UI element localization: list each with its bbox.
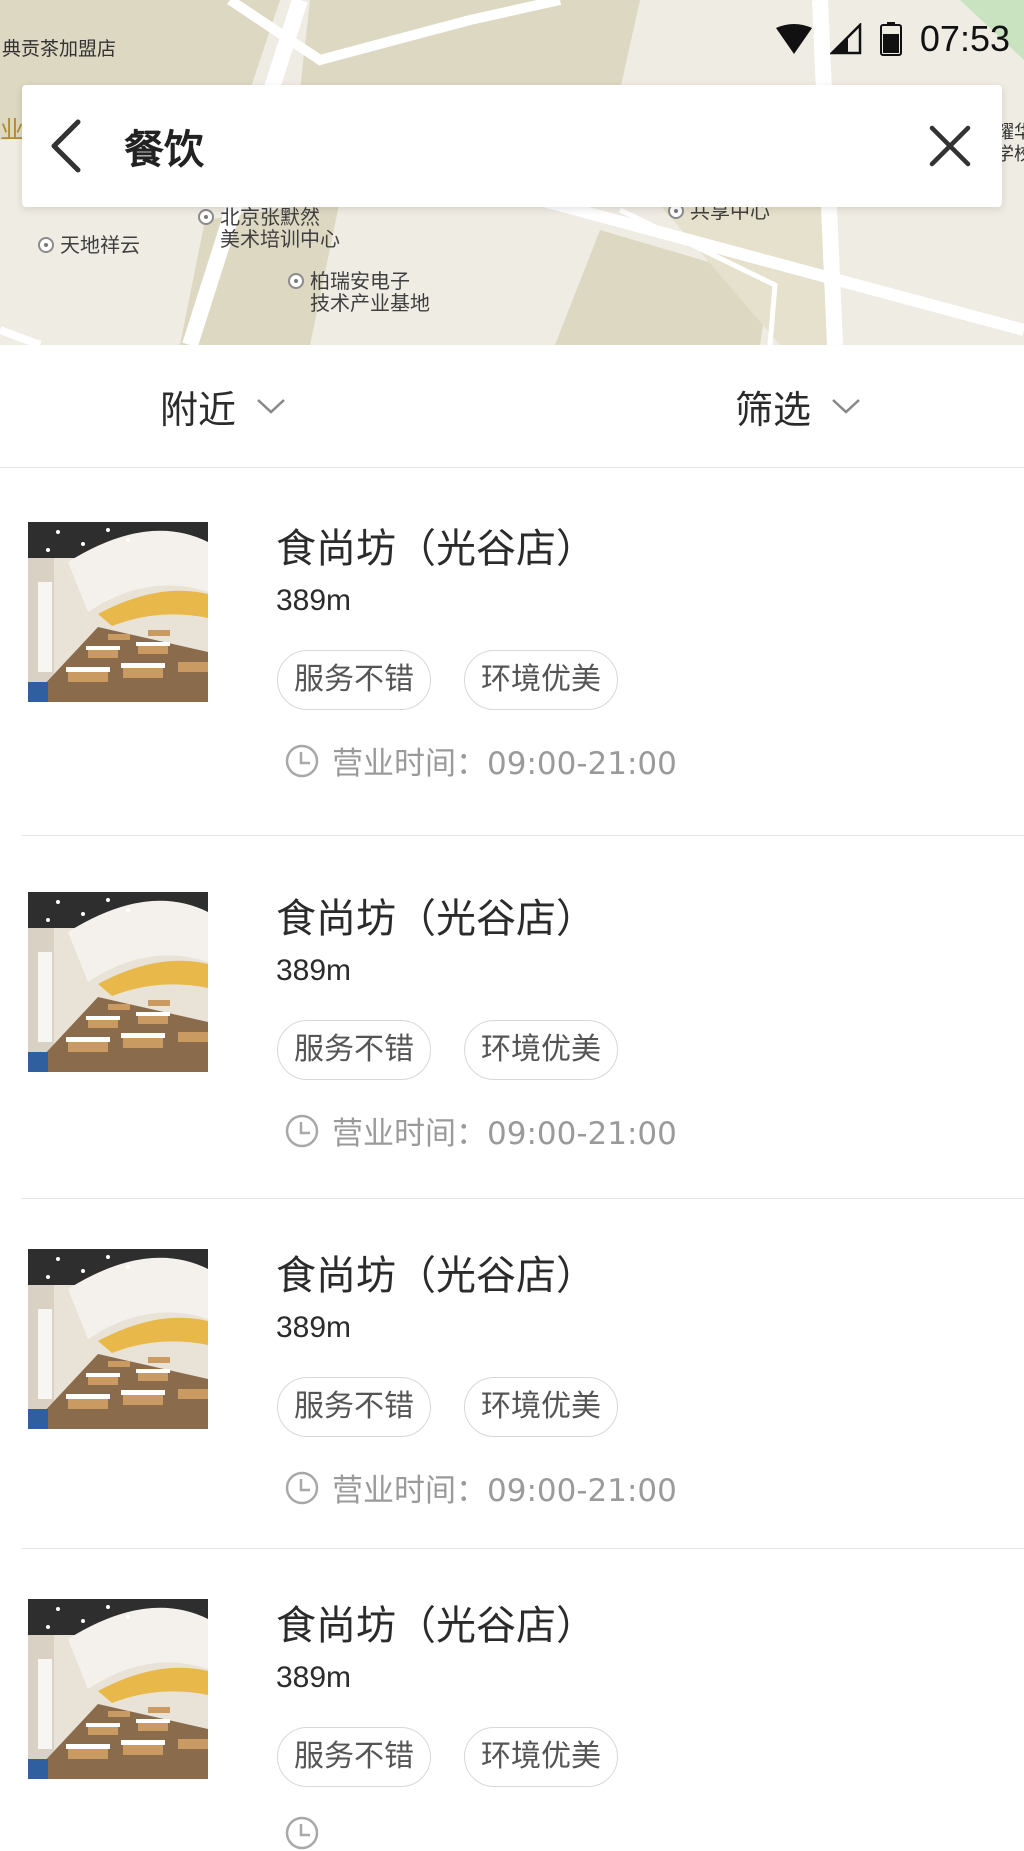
nearby-filter-label: 附近 bbox=[160, 387, 237, 432]
tag-chip: 服务不错 bbox=[277, 1377, 431, 1437]
map-poi[interactable]: 天地祥云 bbox=[38, 234, 140, 256]
restaurant-distance: 389m bbox=[276, 954, 352, 987]
business-hours bbox=[284, 1815, 332, 1851]
filter-label: 筛选 bbox=[735, 387, 812, 432]
tag-chip: 服务不错 bbox=[277, 1020, 431, 1080]
chevron-down-icon bbox=[832, 399, 860, 414]
nearby-filter-dropdown[interactable]: 附近 bbox=[160, 345, 286, 467]
business-hours: 营业时间：09:00-21:00 bbox=[284, 738, 677, 783]
chevron-down-icon bbox=[257, 399, 285, 414]
restaurant-distance: 389m bbox=[276, 1661, 352, 1694]
tag-chip: 环境优美 bbox=[464, 1020, 618, 1080]
back-button[interactable] bbox=[48, 116, 116, 176]
search-bar[interactable]: 餐饮 bbox=[22, 85, 1002, 207]
list-item[interactable]: 食尚坊（光谷店） 389m 服务不错 环境优美 营业时间：09:00-21:00 bbox=[0, 836, 1024, 1199]
poi-marker-icon bbox=[198, 209, 214, 225]
list-item[interactable]: 食尚坊（光谷店） 389m 服务不错 环境优美 营业时间：09:00-21:00 bbox=[0, 1199, 1024, 1549]
business-hours-text: 营业时间：09:00-21:00 bbox=[332, 1473, 677, 1509]
wifi-icon bbox=[775, 24, 812, 54]
restaurant-photo bbox=[28, 1599, 208, 1779]
restaurant-photo bbox=[28, 522, 208, 702]
clock-icon bbox=[284, 1470, 320, 1506]
close-icon bbox=[929, 125, 971, 167]
chevron-left-icon bbox=[51, 119, 81, 173]
poi-label: 天地祥云 bbox=[60, 233, 140, 257]
tag-chip: 服务不错 bbox=[277, 1727, 431, 1787]
poi-marker-icon bbox=[288, 273, 304, 289]
restaurant-distance: 389m bbox=[276, 584, 352, 617]
map-poi[interactable]: 北京张默然 美术培训中心 bbox=[198, 206, 340, 250]
business-hours-text: 营业时间：09:00-21:00 bbox=[332, 746, 677, 782]
restaurant-photo bbox=[28, 1249, 208, 1429]
tag-chip: 环境优美 bbox=[464, 1727, 618, 1787]
list-item[interactable]: 食尚坊（光谷店） 389m 服务不错 环境优美 营业时间：09:00-21:00 bbox=[0, 468, 1024, 836]
restaurant-photo bbox=[28, 892, 208, 1072]
map-label-edge-left: 业 bbox=[0, 116, 24, 144]
signal-icon bbox=[829, 23, 862, 55]
battery-icon bbox=[879, 22, 902, 56]
restaurant-name: 食尚坊（光谷店） bbox=[276, 896, 596, 942]
clock-icon bbox=[284, 1815, 320, 1851]
clear-search-button[interactable] bbox=[920, 116, 980, 176]
tag-chip: 环境优美 bbox=[464, 650, 618, 710]
business-hours: 营业时间：09:00-21:00 bbox=[284, 1108, 677, 1153]
business-hours: 营业时间：09:00-21:00 bbox=[284, 1465, 677, 1510]
map-view[interactable]: 典贡茶加盟店 业 耀华 学校 北京张默然 美术培训中心 天地祥云 柏瑞安电子 技… bbox=[0, 0, 1024, 345]
poi-label: 柏瑞安电子 技术产业基地 bbox=[310, 269, 430, 315]
tag-chip: 环境优美 bbox=[464, 1377, 618, 1437]
search-input[interactable]: 餐饮 bbox=[124, 117, 920, 175]
list-item[interactable]: 食尚坊（光谷店） 389m 服务不错 环境优美 bbox=[0, 1549, 1024, 1851]
poi-label: 北京张默然 美术培训中心 bbox=[220, 205, 340, 251]
map-label-corner: 典贡茶加盟店 bbox=[2, 38, 117, 60]
status-bar: 07:53 bbox=[775, 14, 1010, 64]
filter-bar: 附近 筛选 bbox=[0, 345, 1024, 468]
clock-icon bbox=[284, 1113, 320, 1149]
clock-time: 07:53 bbox=[919, 18, 1010, 59]
business-hours-text: 营业时间：09:00-21:00 bbox=[332, 1116, 677, 1152]
restaurant-distance: 389m bbox=[276, 1311, 352, 1344]
tag-chip: 服务不错 bbox=[277, 650, 431, 710]
filter-dropdown[interactable]: 筛选 bbox=[735, 345, 861, 467]
poi-marker-icon bbox=[38, 237, 54, 253]
restaurant-name: 食尚坊（光谷店） bbox=[276, 1253, 596, 1299]
clock-icon bbox=[284, 743, 320, 779]
map-poi[interactable]: 柏瑞安电子 技术产业基地 bbox=[288, 270, 430, 314]
restaurant-name: 食尚坊（光谷店） bbox=[276, 1603, 596, 1649]
restaurant-list: 食尚坊（光谷店） 389m 服务不错 环境优美 营业时间：09:00-21:00… bbox=[0, 468, 1024, 1851]
restaurant-name: 食尚坊（光谷店） bbox=[276, 526, 596, 572]
